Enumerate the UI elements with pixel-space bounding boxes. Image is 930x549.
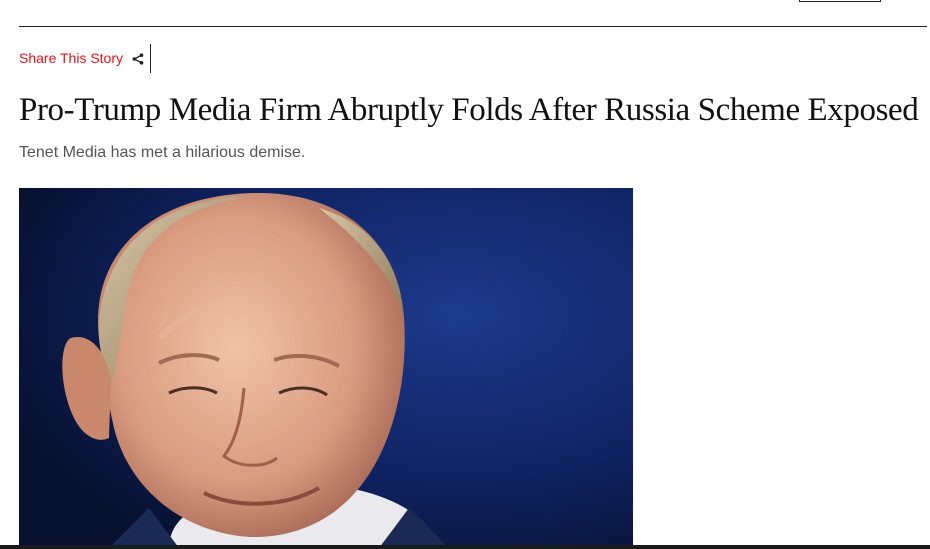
hero-image bbox=[19, 188, 633, 548]
article-dek: Tenet Media has met a hilarious demise. bbox=[19, 144, 306, 161]
share-this-story-link[interactable]: Share This Story bbox=[19, 50, 123, 66]
article-headline: Pro-Trump Media Firm Abruptly Folds Afte… bbox=[19, 92, 919, 128]
header-divider bbox=[19, 26, 927, 27]
article-page: Share This Story Pro-Trump Media Firm Ab… bbox=[0, 0, 930, 549]
share-icon[interactable] bbox=[132, 52, 144, 65]
header-button-edge[interactable] bbox=[799, 0, 881, 2]
share-bar: Share This Story bbox=[19, 43, 152, 73]
share-divider bbox=[150, 43, 152, 73]
bottom-edge-bar bbox=[0, 545, 930, 549]
